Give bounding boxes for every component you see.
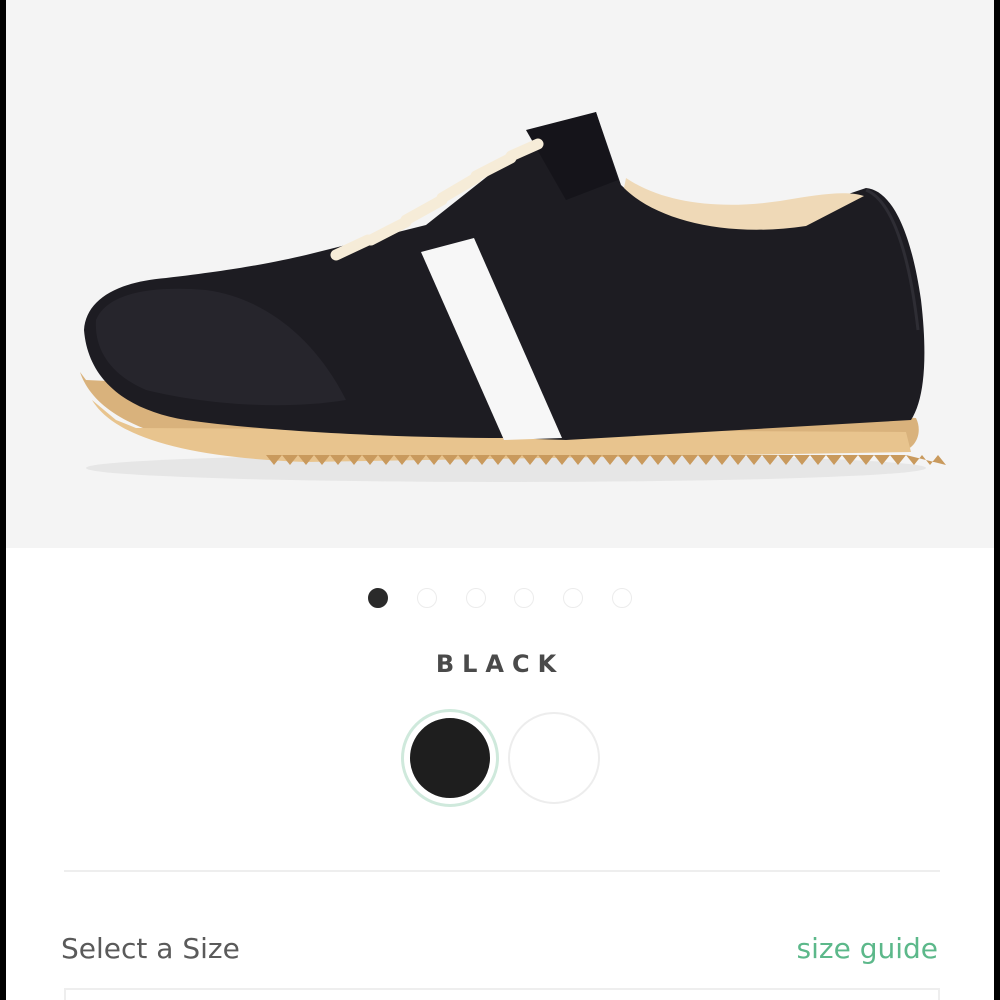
carousel-dot-1[interactable]: [368, 588, 388, 608]
section-divider: [64, 870, 940, 872]
carousel-dot-6[interactable]: [612, 588, 632, 608]
product-page: BLACK Select a Size size guide: [6, 0, 994, 1000]
color-swatch-white[interactable]: [508, 712, 600, 804]
carousel-dot-3[interactable]: [466, 588, 486, 608]
select-size-label: Select a Size: [61, 932, 240, 965]
selected-color-label: BLACK: [435, 650, 565, 678]
size-guide-link[interactable]: size guide: [797, 932, 939, 965]
carousel-dot-2[interactable]: [417, 588, 437, 608]
carousel-dot-5[interactable]: [563, 588, 583, 608]
sneaker-photo: [80, 112, 946, 482]
carousel-dot-4[interactable]: [514, 588, 534, 608]
size-selector[interactable]: [64, 988, 940, 1000]
color-swatch-black[interactable]: [404, 712, 496, 804]
image-carousel-dots: [6, 588, 994, 610]
product-image[interactable]: [6, 0, 994, 548]
